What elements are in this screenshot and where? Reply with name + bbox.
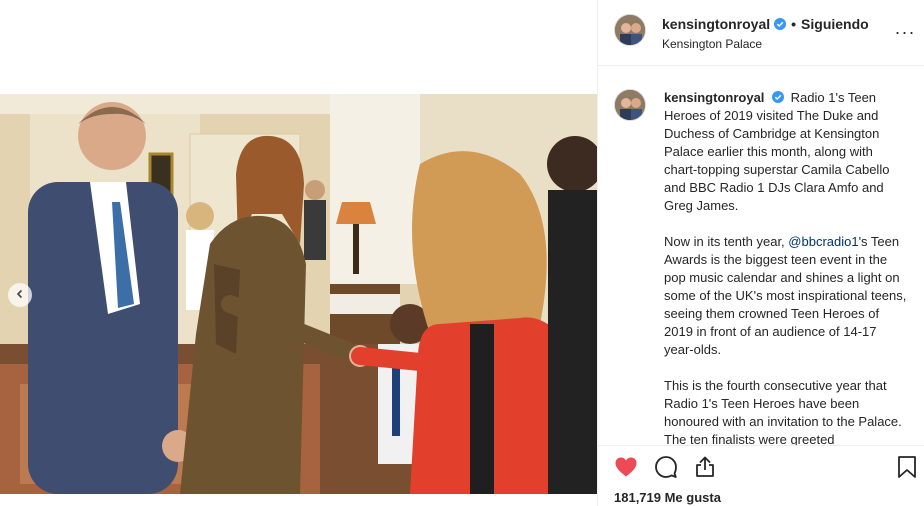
avatar[interactable]: [614, 14, 646, 46]
caption-body-2a: Now in its tenth year,: [664, 234, 789, 249]
caption-area: kensingtonroyal Radio 1's Teen Heroes of…: [598, 67, 924, 445]
media-pane: [0, 0, 597, 506]
header-user-row: kensingtonroyal • Siguiendo: [662, 15, 869, 33]
caption-paragraph-3: This is the fourth consecutive year that…: [664, 378, 902, 445]
like-button[interactable]: [612, 455, 640, 483]
mention-link[interactable]: @bbcradio1: [788, 234, 858, 249]
like-count[interactable]: 181,719 Me gusta: [614, 490, 721, 505]
post-details-panel: kensingtonroyal • Siguiendo Kensington P…: [597, 0, 924, 506]
heart-icon: [614, 455, 638, 484]
bookmark-icon: [895, 455, 919, 484]
more-icon: ···: [894, 21, 916, 42]
share-icon: [693, 455, 717, 484]
comment-icon: [654, 455, 678, 484]
following-button[interactable]: Siguiendo: [801, 15, 869, 33]
previous-image-button[interactable]: [8, 283, 32, 307]
caption-avatar[interactable]: [614, 89, 646, 121]
location-link[interactable]: Kensington Palace: [662, 37, 869, 52]
header-text: kensingtonroyal • Siguiendo Kensington P…: [662, 15, 869, 52]
share-button[interactable]: [691, 455, 719, 483]
username-link[interactable]: kensingtonroyal: [662, 15, 770, 33]
verified-badge-icon: [772, 91, 785, 103]
save-button[interactable]: [893, 455, 921, 483]
caption-body-1: Radio 1's Teen Heroes of 2019 visited Th…: [664, 90, 890, 213]
post-header: kensingtonroyal • Siguiendo Kensington P…: [598, 0, 924, 66]
caption-body-2b: 's Teen Awards is the biggest teen event…: [664, 234, 907, 357]
caption-paragraph-2: Now in its tenth year, @bbcradio1's Teen…: [664, 233, 908, 359]
instagram-post-modal: kensingtonroyal • Siguiendo Kensington P…: [0, 0, 924, 506]
post-photo-illustration: [0, 94, 597, 494]
comment-button[interactable]: [652, 455, 680, 483]
action-bar: 181,719 Me gusta: [598, 445, 924, 506]
caption-username[interactable]: kensingtonroyal: [664, 90, 764, 105]
post-photo[interactable]: [0, 94, 597, 494]
chevron-left-icon: [15, 286, 25, 304]
caption-text: kensingtonroyal Radio 1's Teen Heroes of…: [664, 89, 908, 445]
verified-badge-icon: [774, 18, 787, 30]
caption-paragraph-1: kensingtonroyal Radio 1's Teen Heroes of…: [664, 89, 908, 215]
more-options-button[interactable]: ···: [893, 20, 917, 44]
follow-separator: •: [791, 16, 797, 32]
